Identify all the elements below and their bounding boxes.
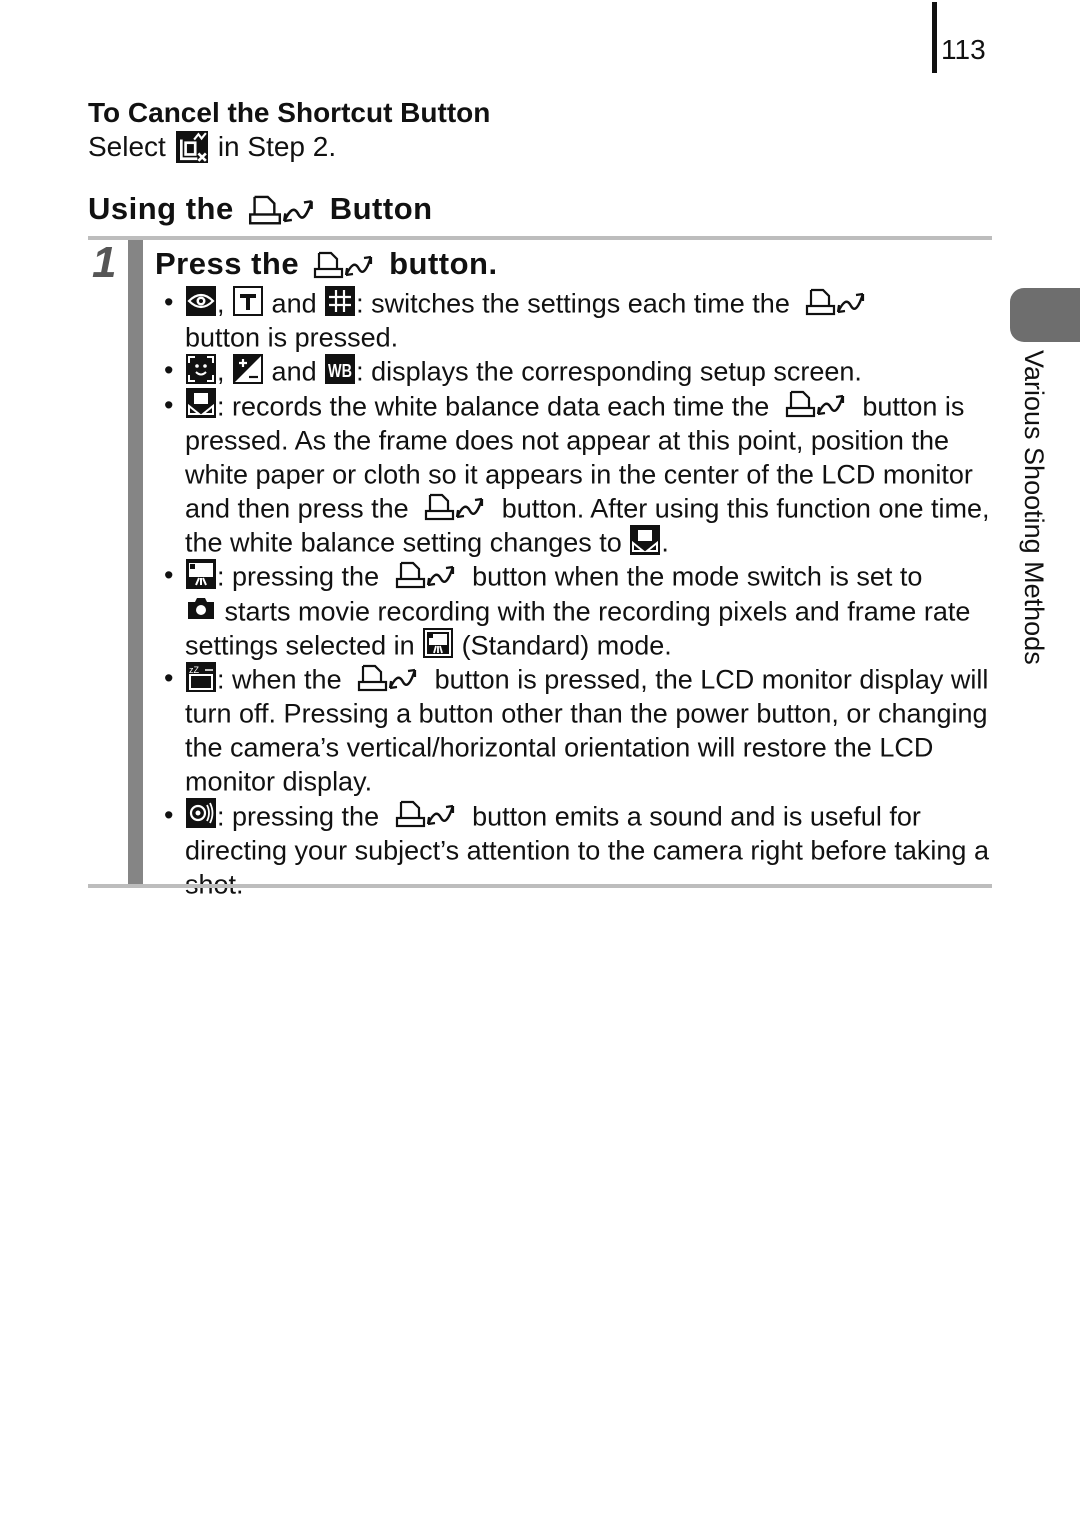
print-share-button-icon	[395, 798, 457, 828]
shortcut-cancel-icon	[175, 131, 208, 163]
custom-white-balance-icon	[186, 388, 216, 419]
chapter-label: Various Shooting Methods	[1016, 350, 1052, 695]
chapter-tab	[1010, 288, 1080, 342]
eye-icon	[186, 285, 216, 316]
print-share-button-icon	[424, 491, 486, 521]
cancel-rest-text: in Step 2.	[217, 131, 337, 162]
step-bar	[128, 240, 143, 885]
step-title-before: Press the	[155, 246, 300, 281]
section-heading: Using the Button	[88, 190, 433, 228]
section-title-after: Button	[329, 191, 433, 226]
white-balance-icon: WB	[325, 354, 356, 385]
movie-icon	[186, 559, 216, 590]
timer-t-icon	[233, 285, 264, 316]
bullet-item: , and : switches the settings each time …	[160, 285, 990, 354]
bullet-item: : pressing the button when the mode swit…	[160, 559, 990, 662]
print-share-button-icon	[805, 286, 867, 316]
step-number: 1	[92, 238, 117, 287]
step-title-after: button.	[389, 246, 498, 281]
print-share-button-icon	[313, 249, 375, 279]
step-title: Press the button.	[155, 245, 498, 283]
chapter-label-text: Various Shooting Methods	[1019, 350, 1049, 665]
svg-text:zZ: zZ	[189, 665, 200, 675]
bullet-item: zZ : when the button is pressed, the LCD…	[160, 661, 990, 799]
face-detect-icon	[186, 354, 216, 385]
sound-icon	[186, 798, 216, 829]
print-share-button-icon	[357, 662, 419, 692]
bottom-divider	[88, 884, 992, 888]
custom-white-balance-icon	[630, 525, 661, 556]
page-number: 113	[941, 34, 986, 65]
section-title-before: Using the	[88, 191, 234, 226]
grid-icon	[325, 285, 356, 316]
camera-icon	[186, 593, 216, 623]
print-share-button-icon	[395, 559, 457, 589]
movie-standard-icon	[423, 627, 454, 658]
print-share-button-icon	[785, 388, 847, 418]
svg-text:WB: WB	[328, 361, 352, 381]
bullet-list: , and : switches the settings each time …	[160, 285, 990, 901]
bullet-item: , and WB: displays the corresponding set…	[160, 354, 990, 388]
cancel-shortcut-text: Select in Step 2.	[88, 130, 336, 164]
page-number-bar	[932, 2, 937, 73]
cancel-select-text: Select	[88, 131, 166, 162]
top-divider	[88, 236, 992, 240]
print-share-button-icon	[248, 192, 316, 226]
exposure-compensation-icon	[233, 354, 264, 385]
display-off-icon: zZ	[186, 661, 216, 692]
bullet-item: : records the white balance data each ti…	[160, 388, 990, 560]
cancel-shortcut-heading: To Cancel the Shortcut Button	[88, 97, 491, 128]
